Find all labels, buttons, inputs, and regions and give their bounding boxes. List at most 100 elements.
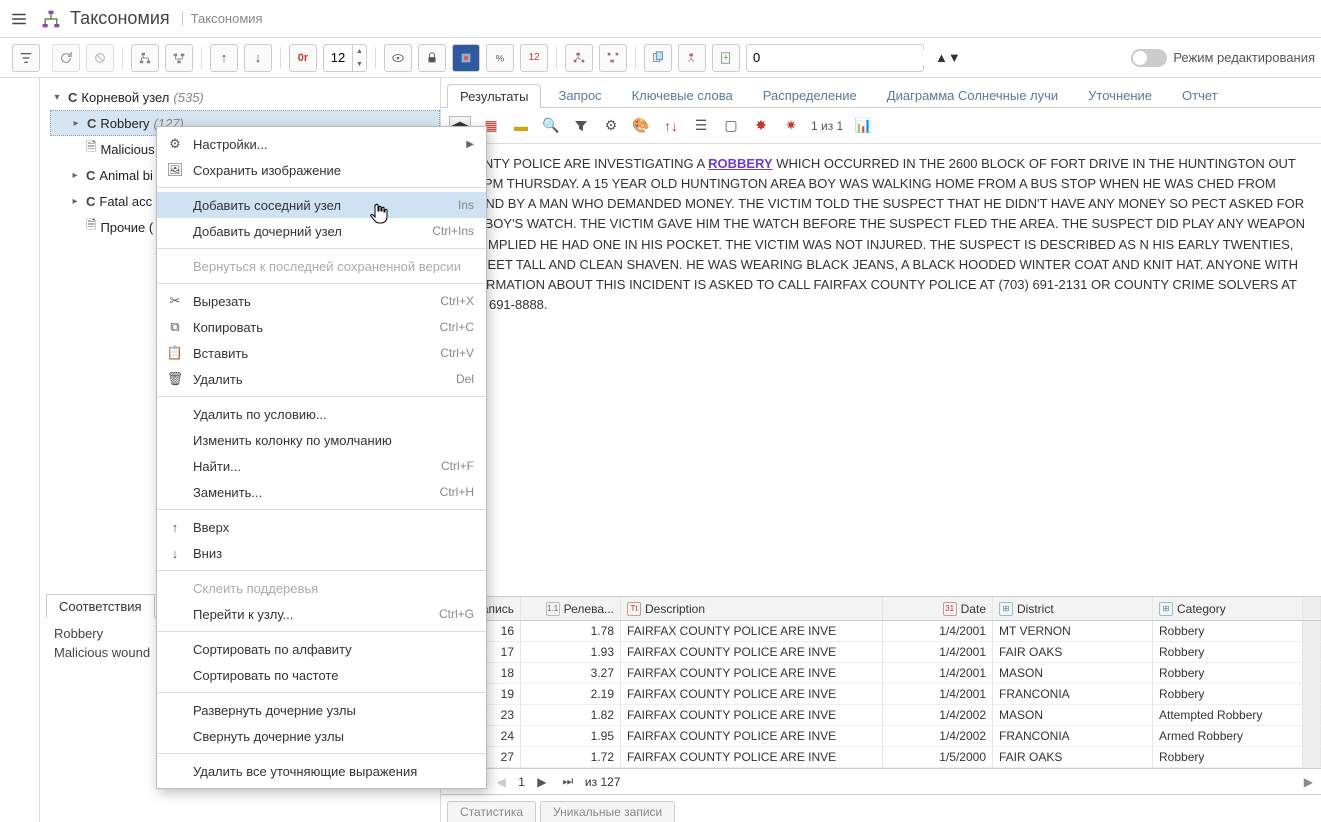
move-down-button[interactable]: ↓ [244, 44, 272, 72]
menu-item[interactable]: Заменить...Ctrl+H [157, 479, 486, 505]
binoculars-icon[interactable]: 🔍 [541, 116, 561, 136]
col-description[interactable]: TtDescription [621, 597, 883, 620]
move-up-button[interactable]: ↑ [210, 44, 238, 72]
caret-icon[interactable]: ▾ [50, 92, 64, 103]
cell: 1.72 [521, 747, 621, 767]
tab-unique[interactable]: Уникальные записи [540, 801, 675, 822]
text-icon: Tt [627, 602, 641, 616]
copy-node-button[interactable] [644, 44, 672, 72]
sort-icon[interactable]: ↑↓ [661, 116, 681, 136]
table-row[interactable]: 192.19FAIRFAX COUNTY POLICE ARE INVE1/4/… [441, 684, 1321, 705]
new-sheet-button[interactable]: + [712, 44, 740, 72]
menu-item[interactable]: ✂ВырезатьCtrl+X [157, 288, 486, 314]
cell: FAIRFAX COUNTY POLICE ARE INVE [621, 705, 883, 725]
window-icon[interactable]: ▢ [721, 116, 741, 136]
counter-spinner[interactable]: ▲▼ [746, 44, 924, 72]
highlight-button[interactable] [452, 44, 480, 72]
right-panel: Результаты Запрос Ключевые слова Распред… [440, 78, 1321, 822]
filter-settings-button[interactable] [12, 44, 40, 72]
tab-results[interactable]: Результаты [447, 84, 541, 108]
menu-item[interactable]: 🖼Сохранить изображение [157, 157, 486, 183]
star-add-icon[interactable]: ✸ [751, 116, 771, 136]
tree-insert-button[interactable] [131, 44, 159, 72]
next-page[interactable]: ▶ [533, 773, 551, 791]
menu-item[interactable]: ↓Вниз [157, 540, 486, 566]
auto-expand-button[interactable] [565, 44, 593, 72]
page-number: 1 [518, 775, 525, 789]
menu-item[interactable]: ⚙Настройки...▶ [157, 131, 486, 157]
filter-icon[interactable] [571, 116, 591, 136]
menu-item[interactable]: Сортировать по частоте [157, 662, 486, 688]
col-category[interactable]: ⊞Category [1153, 597, 1303, 620]
tab-sunburst[interactable]: Диаграмма Солнечные лучи [874, 83, 1071, 107]
last-page[interactable]: ⏭ [559, 773, 577, 791]
table-row[interactable]: 271.72FAIRFAX COUNTY POLICE ARE INVE1/5/… [441, 747, 1321, 768]
table-row[interactable]: 161.78FAIRFAX COUNTY POLICE ARE INVE1/4/… [441, 621, 1321, 642]
cell: 1/4/2001 [883, 684, 993, 704]
menu-item[interactable]: Удалить все уточняющие выражения [157, 758, 486, 784]
edit-mode-toggle[interactable] [1131, 49, 1167, 67]
prev-page[interactable]: ◀ [492, 773, 510, 791]
percent-button[interactable]: % [486, 44, 514, 72]
stop-button[interactable] [86, 44, 114, 72]
gear-icon[interactable]: ⚙ [601, 116, 621, 136]
counter-input[interactable] [747, 50, 935, 65]
bar-chart-icon[interactable]: 📊 [853, 116, 873, 136]
cell: Robbery [1153, 642, 1303, 662]
menu-item[interactable]: Найти...Ctrl+F [157, 453, 486, 479]
matches-tab[interactable]: Соответствия [46, 594, 155, 618]
menu-item[interactable]: Добавить соседний узелIns [157, 192, 486, 218]
lock-button[interactable] [418, 44, 446, 72]
table-row[interactable]: 183.27FAIRFAX COUNTY POLICE ARE INVE1/4/… [441, 663, 1321, 684]
cal-12-button[interactable]: 12 [520, 44, 548, 72]
tab-report[interactable]: Отчет [1169, 83, 1231, 107]
preview-button[interactable] [384, 44, 412, 72]
menu-item[interactable]: Развернуть дочерние узлы [157, 697, 486, 723]
palette-icon[interactable]: 🎨 [631, 116, 651, 136]
font-size-input[interactable] [324, 50, 352, 65]
cell: 1/4/2001 [883, 642, 993, 662]
menu-item[interactable]: Свернуть дочерние узлы [157, 723, 486, 749]
cut-icon: ✂ [167, 293, 183, 309]
table-row[interactable]: 171.93FAIRFAX COUNTY POLICE ARE INVE1/4/… [441, 642, 1321, 663]
paste-node-button[interactable] [678, 44, 706, 72]
menu-item[interactable]: ⧉КопироватьCtrl+C [157, 314, 486, 340]
caret-icon[interactable]: ▸ [68, 196, 82, 207]
hamburger-menu[interactable] [6, 6, 32, 32]
menu-item[interactable]: 🗑УдалитьDel [157, 366, 486, 392]
cell: FAIRFAX COUNTY POLICE ARE INVE [621, 642, 883, 662]
or-button[interactable]: 0r [289, 44, 317, 72]
menu-item[interactable]: ↑Вверх [157, 514, 486, 540]
cell: 1/5/2000 [883, 747, 993, 767]
menu-label: Склеить поддеревья [193, 581, 474, 596]
star-remove-icon[interactable]: ✷ [781, 116, 801, 136]
font-size-spinner[interactable]: ▲▼ [323, 44, 367, 72]
refresh-button[interactable] [52, 44, 80, 72]
col-date[interactable]: 31Date [883, 597, 993, 620]
caret-icon[interactable]: ▸ [69, 118, 83, 129]
tab-refine[interactable]: Уточнение [1075, 83, 1165, 107]
menu-item[interactable]: Удалить по условию... [157, 401, 486, 427]
tab-query[interactable]: Запрос [545, 83, 614, 107]
caret-icon[interactable]: ▸ [68, 170, 82, 181]
menu-item[interactable]: Добавить дочерний узелCtrl+Ins [157, 218, 486, 244]
context-menu: ⚙Настройки...▶🖼Сохранить изображение Доба… [156, 126, 487, 789]
col-district[interactable]: ⊞District [993, 597, 1153, 620]
table-row[interactable]: 241.95FAIRFAX COUNTY POLICE ARE INVE1/4/… [441, 726, 1321, 747]
auto-collapse-button[interactable] [599, 44, 627, 72]
menu-item[interactable]: 📋ВставитьCtrl+V [157, 340, 486, 366]
bottom-tabs: Статистика Уникальные записи [441, 794, 1321, 822]
tree-root[interactable]: ▾ C Корневой узел (535) [50, 84, 440, 110]
tab-statistics[interactable]: Статистика [447, 801, 536, 822]
menu-item[interactable]: Изменить колонку по умолчанию [157, 427, 486, 453]
highlight-icon[interactable]: ▬ [511, 116, 531, 136]
tab-keywords[interactable]: Ключевые слова [619, 83, 746, 107]
menu-item[interactable]: Сортировать по алфавиту [157, 636, 486, 662]
table-row[interactable]: 231.82FAIRFAX COUNTY POLICE ARE INVE1/4/… [441, 705, 1321, 726]
tree-child-button[interactable] [165, 44, 193, 72]
list-icon[interactable]: ☰ [691, 116, 711, 136]
col-relevance[interactable]: 1.1Релева... [521, 597, 621, 620]
menu-item[interactable]: Перейти к узлу...Ctrl+G [157, 601, 486, 627]
highlighted-term[interactable]: ROBBERY [708, 156, 773, 171]
tab-distribution[interactable]: Распределение [750, 83, 870, 107]
